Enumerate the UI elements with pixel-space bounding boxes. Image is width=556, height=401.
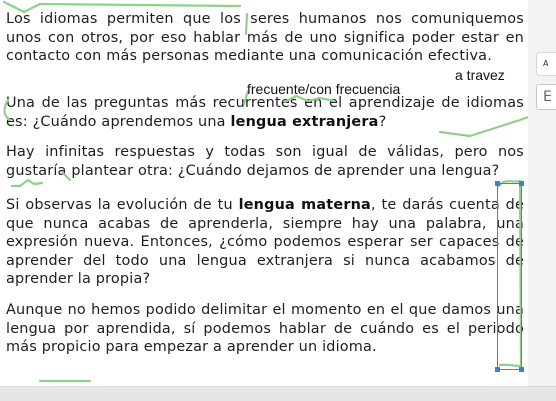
selection-handle-top-left[interactable] — [495, 181, 500, 186]
paragraph-3: Hay infinitas respuestas y todas son igu… — [6, 144, 524, 179]
paragraph-4: Si observas la evolución de tu lengua ma… — [6, 196, 524, 289]
paragraph-2: Una de las preguntas más recurrentes en … — [6, 94, 524, 131]
selection-box[interactable] — [495, 181, 524, 372]
handwritten-frecuente-note: frecuente/con frecuencia — [247, 81, 401, 97]
bold-lengua-materna: lengua materna — [238, 197, 371, 213]
selection-handle-bottom-right[interactable] — [519, 367, 524, 372]
paragraph-5: Aunque no hemos podido delimitar el mome… — [6, 302, 524, 356]
paragraph-4-text: Si observas la evolución de tu — [6, 197, 239, 213]
selection-handle-bottom-left[interactable] — [495, 367, 500, 372]
bold-lengua-extranjera: lengua extranjera — [230, 113, 379, 130]
paragraph-1: Los idiomas permiten que los seres human… — [6, 11, 524, 65]
selection-handle-top-right[interactable] — [519, 181, 524, 186]
bottom-bar — [0, 386, 556, 401]
paragraph-2-end: ? — [378, 113, 387, 130]
side-button-a[interactable]: A — [536, 52, 556, 76]
document-page: Los idiomas permiten que los seres human… — [0, 0, 528, 386]
handwritten-a-travez-note: a travez — [455, 67, 505, 83]
side-button-e[interactable]: E — [536, 84, 556, 110]
